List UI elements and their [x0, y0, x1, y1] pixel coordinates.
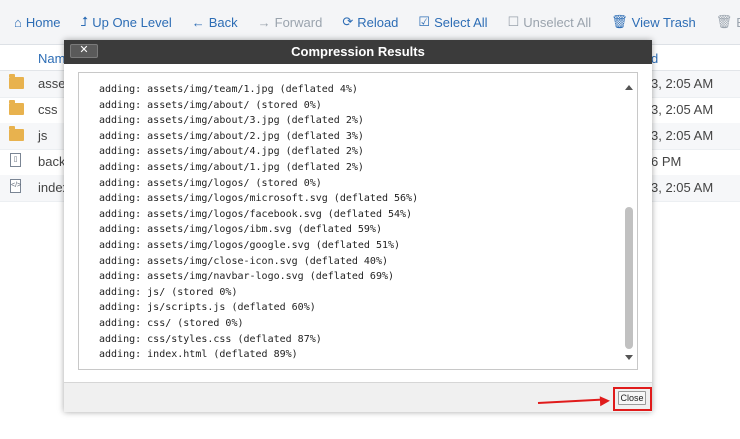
column-header-last-modified[interactable]: d — [651, 51, 658, 66]
toolbar-reload-button[interactable]: ⟳ Reload — [342, 14, 398, 30]
log-line: adding: js/scripts.js (deflated 60%) — [99, 302, 316, 314]
dialog-footer: Close — [64, 382, 652, 412]
file-modified-date: 3, 2:05 AM — [651, 102, 714, 117]
annotation-arrow-icon — [599, 395, 611, 407]
log-line: adding: assets/img/logos/microsoft.svg (… — [99, 193, 419, 205]
file-modified-date: 6 PM — [651, 154, 682, 169]
log-line: adding: assets/img/logos/ibm.svg (deflat… — [99, 224, 382, 236]
archive-file-icon: ▯ — [10, 153, 21, 167]
forward-arrow-icon: → — [257, 14, 271, 30]
toolbar-button-label: Empty — [736, 15, 740, 30]
home-icon: ⌂ — [14, 14, 22, 30]
file-name[interactable]: css — [38, 102, 58, 117]
folder-icon — [9, 126, 24, 141]
file-modified-date: 3, 2:05 AM — [651, 76, 714, 91]
toolbar-home-button[interactable]: ⌂ Home — [14, 15, 61, 30]
scroll-down-arrow-icon[interactable] — [625, 355, 633, 360]
log-line: adding: assets/img/navbar-logo.svg (defl… — [99, 271, 395, 283]
file-modified-date: 3, 2:05 AM — [651, 180, 714, 195]
log-line: adding: assets/img/team/1.jpg (deflated … — [99, 84, 358, 95]
log-line: adding: assets/img/about/1.jpg (deflated… — [99, 161, 364, 173]
folder-icon — [9, 100, 24, 115]
dialog-body: adding: assets/img/team/1.jpg (deflated … — [64, 64, 652, 382]
dialog-titlebar: Compression Results ✕ — [64, 40, 652, 64]
toolbar-empty-button[interactable]: 🗑Empty — [716, 14, 740, 30]
toolbar-button-label: Up One Level — [92, 14, 172, 30]
log-line: adding: assets/img/logos/ (stored 0%) — [99, 177, 322, 189]
toolbar-view-trash-button[interactable]: 🗑 View Trash — [611, 14, 696, 30]
toolbar-button-label: Home — [25, 14, 61, 30]
column-header-name[interactable]: Nam — [38, 51, 65, 66]
file-name[interactable]: js — [38, 128, 47, 143]
log-scrollbar[interactable] — [621, 73, 637, 369]
highlight-box — [613, 387, 652, 411]
toolbar-button-label: View Trash — [631, 14, 696, 30]
trash-icon: 🗑 — [611, 14, 628, 29]
file-manager-toolbar: ⌂ Home ⮥ Up One Level ← Back → Forward ⟳ Reload ☑ S… — [0, 0, 740, 45]
toolbar-unselect-all-button[interactable]: ☐ Unselect All — [508, 14, 592, 30]
dialog-close-x-button[interactable]: ✕ — [70, 44, 98, 58]
log-line: adding: assets/img/logos/google.svg (def… — [99, 239, 401, 251]
log-line: adding: assets/img/logos/facebook.svg (d… — [99, 208, 413, 220]
log-line: adding: css/styles.css (deflated 87%) — [99, 333, 322, 345]
toolbar-back-button[interactable]: ← Back — [192, 15, 238, 30]
toolbar-button-label: Select All — [434, 14, 488, 30]
log-line: adding: index.html (deflated 89%) — [99, 349, 298, 361]
log-line: adding: assets/img/about/ (stored 0%) — [99, 99, 322, 111]
checkbox-checked-icon: ☑ — [418, 14, 431, 29]
toolbar-button-label: Back — [208, 14, 238, 30]
back-arrow-icon: ← — [191, 14, 205, 30]
checkbox-empty-icon: ☐ — [507, 14, 520, 29]
dialog-title: Compression Results — [291, 44, 425, 59]
file-name[interactable]: back — [38, 154, 65, 169]
compression-log[interactable]: adding: assets/img/team/1.jpg (deflated … — [78, 72, 638, 370]
html-file-icon: </> — [10, 179, 21, 193]
compression-results-dialog: Compression Results ✕ adding: assets/img… — [64, 40, 652, 412]
scroll-up-arrow-icon[interactable] — [625, 85, 633, 90]
scrollbar-thumb[interactable] — [625, 207, 633, 349]
log-line: adding: assets/img/about/2.jpg (deflated… — [99, 130, 364, 142]
toolbar-select-all-button[interactable]: ☑ Select All — [418, 14, 487, 30]
log-line: adding: assets/img/about/3.jpg (deflated… — [99, 115, 364, 127]
log-lines: adding: assets/img/team/1.jpg (deflated … — [99, 82, 418, 363]
toolbar-button-label: Unselect All — [523, 14, 592, 30]
log-line: adding: assets/img/close-icon.svg (defla… — [99, 255, 388, 267]
log-line: adding: css/ (stored 0%) — [99, 317, 244, 329]
toolbar-button-label: Reload — [357, 14, 399, 30]
up-level-icon: ⮥ — [80, 14, 89, 29]
toolbar-up-one-level-button[interactable]: ⮥ Up One Level — [81, 14, 172, 30]
log-line: adding: assets/img/about/4.jpg (deflated… — [99, 146, 364, 158]
file-modified-date: 3, 2:05 AM — [651, 128, 714, 143]
log-line: adding: js/ (stored 0%) — [99, 286, 238, 298]
reload-icon: ⟳ — [342, 14, 354, 29]
trash-empty-icon: 🗑 — [715, 14, 733, 29]
folder-icon — [9, 74, 24, 89]
toolbar-button-label: Forward — [274, 14, 323, 30]
toolbar-forward-button[interactable]: → Forward — [258, 15, 323, 30]
